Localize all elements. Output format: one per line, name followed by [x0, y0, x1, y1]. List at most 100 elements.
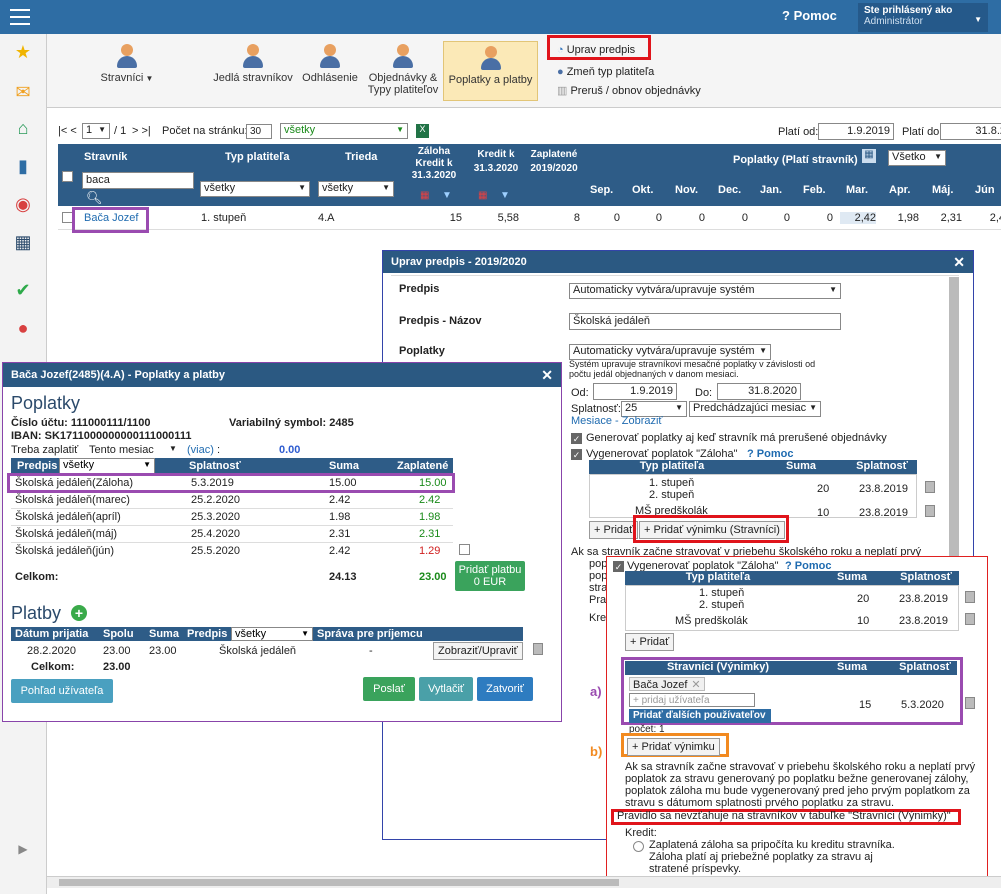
month-header[interactable]: Máj.: [932, 184, 953, 196]
search-icon[interactable]: 🔍︎: [86, 190, 103, 206]
zmen-typ-link[interactable]: ● Zmeň typ platiteľa: [557, 66, 654, 78]
viac-link[interactable]: (viac): [187, 444, 214, 456]
typ-filter-select[interactable]: všetky: [200, 181, 310, 197]
stravnik-search-input[interactable]: baca: [82, 172, 194, 189]
jedla-button[interactable]: Jedlá stravníkov: [213, 40, 293, 102]
filter-select[interactable]: všetky: [280, 123, 408, 139]
filter-icon[interactable]: ▼: [500, 190, 510, 201]
trash-icon[interactable]: [965, 613, 975, 625]
month-header[interactable]: Feb.: [803, 184, 826, 196]
zobrazit-upravit-button[interactable]: Zobraziť/Upraviť: [433, 642, 523, 660]
poplatky-filter-select[interactable]: Všetko: [888, 150, 946, 166]
excel-icon[interactable]: X: [416, 124, 429, 138]
row-checkbox[interactable]: [459, 544, 470, 555]
pridat-platbu-button[interactable]: Pridať platbu 0 EUR: [455, 561, 525, 591]
header-stravnik[interactable]: Stravník: [84, 151, 127, 163]
pridat-dalsich-button[interactable]: Pridať ďalších používateľov: [629, 709, 771, 723]
poplatky-select[interactable]: Automaticky vytvára/upravuje systém: [569, 344, 771, 360]
poplatky-button[interactable]: Poplatky a platby: [443, 41, 538, 101]
calendar-icon[interactable]: ▦: [478, 190, 487, 201]
do-input[interactable]: 31.8.2020: [717, 383, 801, 400]
menu-icon[interactable]: [10, 9, 30, 25]
platby-filter-select[interactable]: všetky: [231, 627, 313, 641]
zatvorit-button[interactable]: Zatvoriť: [477, 677, 533, 701]
user-menu[interactable]: Ste prihlásený ako Administrátor ▼: [858, 3, 988, 32]
od-input[interactable]: 1.9.2019: [593, 383, 677, 400]
month-header[interactable]: Nov.: [675, 184, 698, 196]
user-icon[interactable]: ◉: [12, 194, 34, 216]
month-header[interactable]: Mar.: [846, 184, 868, 196]
trash-icon[interactable]: [925, 505, 935, 517]
calendar-icon[interactable]: ▦: [420, 190, 429, 201]
check-icon[interactable]: ✔: [12, 280, 34, 302]
pridat-button[interactable]: + Pridať: [589, 521, 639, 539]
poslat-button[interactable]: Poslať: [363, 677, 415, 701]
nazov-input[interactable]: Školská jedáleň: [569, 313, 841, 330]
predpis-filter-select[interactable]: všetky: [59, 458, 155, 474]
calendar-icon[interactable]: ▦: [12, 232, 34, 254]
expand-icon[interactable]: ▶: [12, 842, 34, 864]
stravnici-button[interactable]: Stravníci ▼: [87, 40, 167, 102]
select-all-checkbox[interactable]: [62, 171, 73, 182]
horizontal-scrollbar[interactable]: [47, 876, 1001, 888]
splatnost-month-select[interactable]: Predchádzajúci mesiac: [689, 401, 821, 417]
mesiace-link[interactable]: Mesiace - Zobraziť: [571, 415, 663, 427]
gen1-checkbox[interactable]: ✓: [571, 433, 582, 444]
pomoc-link[interactable]: ? Pomoc: [747, 448, 793, 460]
header-kredit[interactable]: Kredit k 31.3.2020: [470, 148, 522, 176]
uprav-predpis-link[interactable]: ◔ Uprav predpis: [557, 44, 635, 56]
add-icon[interactable]: +: [71, 605, 87, 621]
month-header[interactable]: Apr.: [889, 184, 910, 196]
mail-icon[interactable]: ✉: [12, 82, 34, 104]
close-icon[interactable]: ✕: [953, 254, 965, 271]
tento-select[interactable]: Tento mesiac: [89, 444, 154, 456]
objednavky-button[interactable]: Objednávky & Typy platiteľov: [363, 40, 443, 102]
pager-next[interactable]: > >|: [132, 125, 151, 137]
trash-icon[interactable]: [925, 481, 935, 493]
user-tag[interactable]: Bača Jozef ✕: [629, 677, 705, 691]
dialog-scrollbar[interactable]: [949, 277, 959, 577]
help-link[interactable]: ? Pomoc: [782, 8, 837, 23]
month-header[interactable]: Jan.: [760, 184, 782, 196]
pridat-vynimku-button[interactable]: + Pridať výnimku: [627, 738, 720, 756]
close-icon[interactable]: ✕: [541, 367, 553, 384]
page-select[interactable]: 1: [82, 123, 110, 139]
home-icon[interactable]: ⌂: [12, 118, 34, 140]
gen2-checkbox[interactable]: ✓: [571, 449, 582, 460]
star-icon[interactable]: ★: [12, 42, 34, 64]
add-user-input[interactable]: + pridaj užívateľa: [629, 693, 755, 707]
odhlasenie-button[interactable]: Odhlásenie: [300, 40, 360, 102]
header-typ[interactable]: Typ platiteľa: [225, 151, 290, 163]
header-poplatky[interactable]: Poplatky (Platí stravník): [733, 154, 858, 166]
alert-icon[interactable]: ●: [12, 318, 34, 340]
trash-icon[interactable]: [965, 697, 975, 709]
kredit-radio[interactable]: [633, 841, 644, 852]
stravnik-name-link[interactable]: Bača Jozef: [84, 212, 138, 224]
plati-od-input[interactable]: 1.9.2019: [818, 123, 894, 140]
trash-icon[interactable]: [533, 643, 543, 655]
predpis-select[interactable]: Automaticky vytvára/upravuje systém: [569, 283, 841, 299]
perpage-input[interactable]: 30: [246, 124, 272, 139]
gen2-checkbox[interactable]: ✓: [613, 561, 624, 572]
filter-icon[interactable]: ▼: [442, 190, 452, 201]
pohlad-uzivatela-button[interactable]: Pohľad užívateľa: [11, 679, 113, 703]
trash-icon[interactable]: [965, 591, 975, 603]
vytlacit-button[interactable]: Vytlačiť: [419, 677, 473, 701]
month-header[interactable]: Jún: [975, 184, 995, 196]
prerus-link[interactable]: ▥ Preruš / obnov objednávky: [557, 84, 701, 97]
pager-prev[interactable]: |< <: [58, 125, 77, 137]
month-header[interactable]: Sep.: [590, 184, 613, 196]
calendar-icon[interactable]: ▦: [862, 149, 876, 163]
trieda-filter-select[interactable]: všetky: [318, 181, 394, 197]
header-zaplatene[interactable]: Zaplatené 2019/2020: [526, 148, 582, 176]
header-trieda[interactable]: Trieda: [345, 151, 377, 163]
remove-icon[interactable]: ✕: [691, 679, 700, 691]
header-zaloha[interactable]: Záloha Kredit k 31.3.2020: [405, 146, 463, 182]
month-header[interactable]: Okt.: [632, 184, 653, 196]
chevron-down-icon[interactable]: ▼: [169, 444, 177, 453]
book-icon[interactable]: ▮: [12, 156, 34, 178]
pridat-vynimku-stravnici-button[interactable]: + Pridať výnimku (Stravníci): [639, 521, 785, 539]
plati-do-input[interactable]: 31.8.2: [940, 123, 1001, 140]
month-header[interactable]: Dec.: [718, 184, 741, 196]
pridat-button[interactable]: + Pridať: [625, 633, 675, 651]
